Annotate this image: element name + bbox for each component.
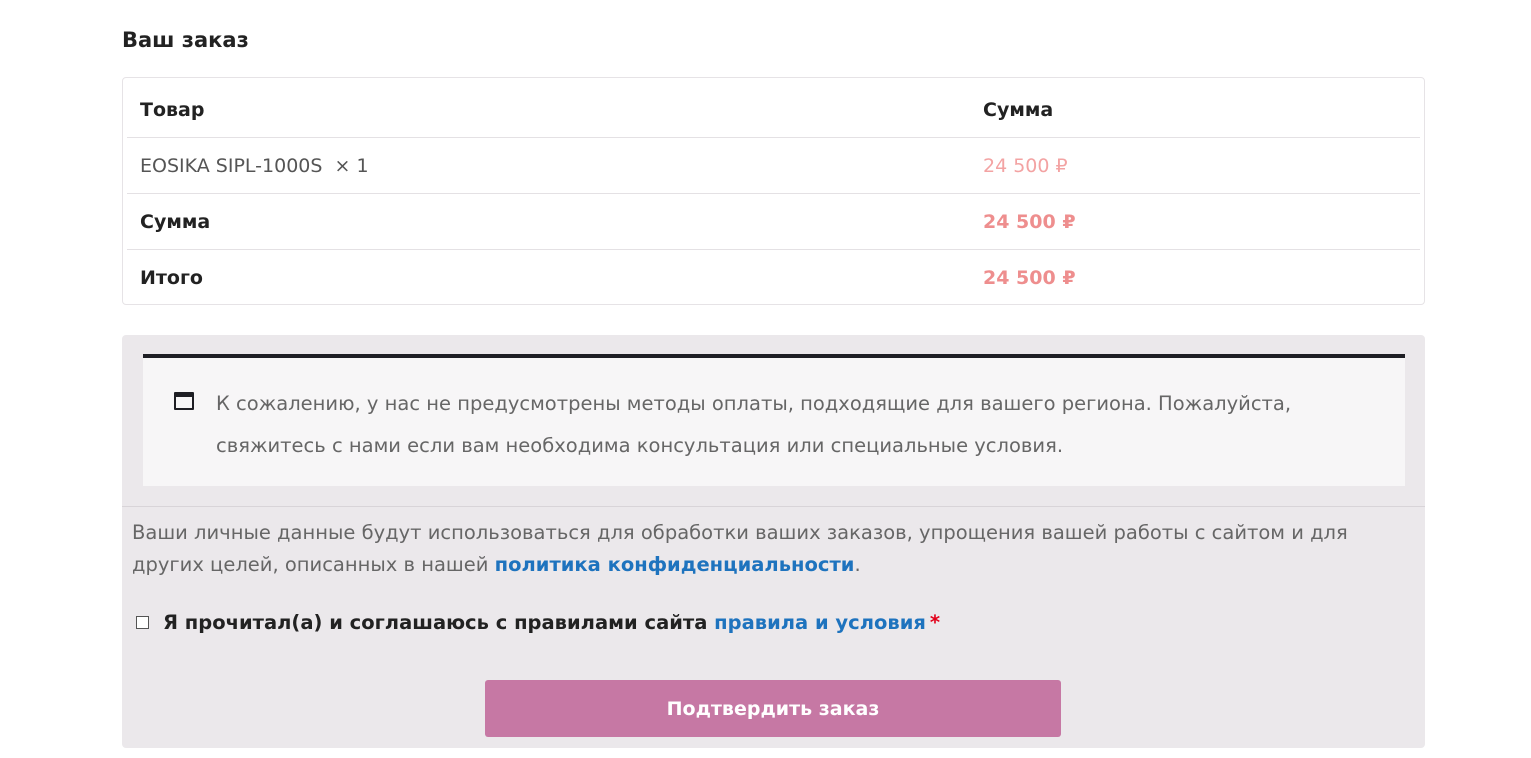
notice-text: К сожалению, у нас не предусмотрены мето…: [216, 392, 1292, 457]
product-cell: EOSIKA SIPL-1000S × 1: [140, 138, 369, 194]
product-quantity: × 1: [334, 155, 369, 177]
subtotal-label: Сумма: [140, 211, 211, 233]
privacy-text: Ваши личные данные будут использоваться …: [132, 517, 1422, 581]
total-value: 24 500 ₽: [983, 267, 1076, 289]
subtotal-row: Сумма 24 500 ₽: [127, 194, 1420, 250]
payment-notice: К сожалению, у нас не предусмотрены мето…: [143, 354, 1405, 486]
terms-row: Я прочитал(а) и соглашаюсь с правилами с…: [136, 607, 940, 639]
total-row: Итого 24 500 ₽: [127, 250, 1420, 306]
place-order-button[interactable]: Подтвердить заказ: [485, 680, 1061, 737]
subtotal-value: 24 500 ₽: [983, 211, 1076, 233]
terms-label: Я прочитал(а) и соглашаюсь с правилами с…: [163, 611, 708, 634]
order-section-title: Ваш заказ: [122, 28, 249, 52]
header-total: Сумма: [983, 99, 1054, 121]
table-header-row: Товар Сумма: [127, 82, 1420, 138]
total-label: Итого: [140, 267, 203, 289]
privacy-policy-link[interactable]: политика конфиденциальности: [495, 553, 855, 576]
payment-section: К сожалению, у нас не предусмотрены мето…: [122, 335, 1425, 748]
divider: [122, 506, 1425, 507]
privacy-text-end: .: [854, 553, 861, 576]
window-icon: [174, 392, 194, 410]
order-review-table: Товар Сумма EOSIKA SIPL-1000S × 1 24 500…: [122, 77, 1425, 305]
terms-checkbox[interactable]: [136, 615, 149, 629]
required-marker: *: [929, 611, 941, 634]
terms-link[interactable]: правила и условия: [714, 611, 926, 634]
header-product: Товар: [140, 99, 205, 121]
product-name: EOSIKA SIPL-1000S: [140, 155, 323, 177]
product-price: 24 500 ₽: [983, 155, 1068, 177]
table-row: EOSIKA SIPL-1000S × 1 24 500 ₽: [127, 138, 1420, 194]
checkout-page: Ваш заказ Товар Сумма EOSIKA SIPL-1000S …: [0, 0, 1531, 758]
